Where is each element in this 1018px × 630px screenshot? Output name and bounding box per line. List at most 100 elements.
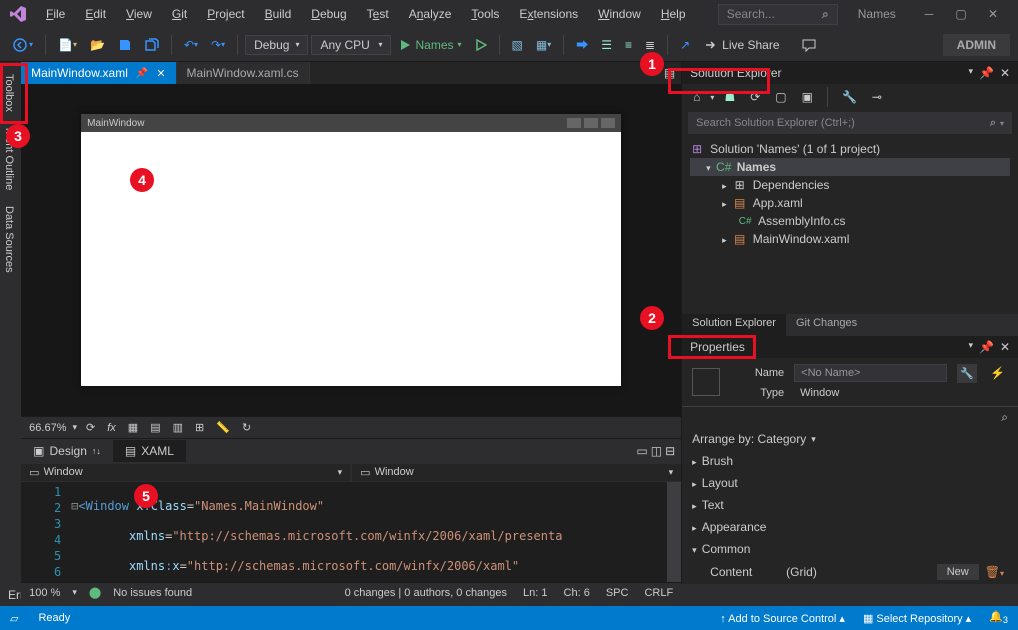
tool-1-icon[interactable]: ▧: [507, 35, 528, 55]
add-source-control[interactable]: ↑ Add to Source Control ▴: [720, 612, 845, 625]
refresh-icon[interactable]: ↻: [239, 419, 254, 436]
home-icon[interactable]: ⌂: [688, 87, 705, 107]
save-button[interactable]: [113, 35, 137, 55]
global-search[interactable]: Search... ⌕: [718, 4, 838, 25]
name-input[interactable]: <No Name>: [794, 364, 947, 382]
project-node[interactable]: C# Names: [690, 158, 1010, 176]
snaplines-icon[interactable]: ▤: [147, 419, 163, 436]
git-changes-tab[interactable]: Git Changes: [786, 314, 867, 336]
split-icon-1[interactable]: ▭: [636, 444, 647, 458]
back-button[interactable]: ▾: [8, 35, 38, 55]
lightning-icon[interactable]: ⚡: [987, 363, 1008, 383]
pin-icon[interactable]: 📌: [979, 340, 994, 354]
wrench-icon[interactable]: 🔧: [957, 364, 977, 383]
category-layout[interactable]: Layout: [682, 472, 1018, 494]
tool-6-icon[interactable]: ≣: [640, 35, 660, 55]
close-icon[interactable]: ✕: [1000, 66, 1010, 80]
expander-icon[interactable]: [722, 232, 727, 246]
grid2-icon[interactable]: ▥: [170, 419, 186, 436]
config-dropdown[interactable]: Debug▾: [245, 35, 308, 55]
zoom-value[interactable]: 66.67%: [29, 422, 66, 434]
tool-5-icon[interactable]: ≡: [620, 35, 637, 55]
doc-tab-mainwindow-xaml[interactable]: MainWindow.xaml 📌 ✕: [21, 62, 176, 84]
delete-icon[interactable]: 🗑▾: [985, 565, 1004, 579]
feedback-icon[interactable]: [796, 34, 822, 56]
pin-icon[interactable]: 📌: [136, 68, 148, 79]
menu-debug[interactable]: Debug: [303, 3, 354, 25]
category-text[interactable]: Text: [682, 494, 1018, 516]
designer-window[interactable]: MainWindow: [81, 114, 621, 386]
search-icon[interactable]: ⌕: [1001, 410, 1008, 424]
solution-node[interactable]: ⊞ Solution 'Names' (1 of 1 project): [690, 140, 1010, 158]
tool-7-icon[interactable]: ↗: [675, 35, 695, 55]
document-outline-tab[interactable]: ment Outline: [0, 120, 21, 198]
split-icon-2[interactable]: ◫: [651, 444, 662, 458]
open-button[interactable]: 📂: [85, 35, 110, 55]
close-icon[interactable]: ✕: [156, 67, 165, 80]
platform-dropdown[interactable]: Any CPU▾: [311, 35, 391, 55]
menu-edit[interactable]: Edit: [77, 3, 114, 25]
doc-tab-mainwindow-cs[interactable]: MainWindow.xaml.cs: [177, 62, 310, 84]
menu-tools[interactable]: Tools: [463, 3, 507, 25]
line-label[interactable]: Ln: 1: [523, 587, 547, 599]
xaml-tab[interactable]: ▤ XAML: [113, 440, 186, 462]
minimize-button[interactable]: ─: [920, 5, 938, 23]
menu-git[interactable]: Git: [164, 3, 195, 25]
new-button[interactable]: New: [937, 564, 979, 580]
code-editor[interactable]: 123456 ⊟<Window x:Class="Names.MainWindo…: [21, 482, 681, 582]
admin-badge[interactable]: ADMIN: [943, 34, 1010, 56]
design-tab[interactable]: ▣ Design ↑↓: [21, 440, 113, 462]
expander-icon[interactable]: [722, 178, 727, 192]
zoom-reset-icon[interactable]: ⟳: [83, 419, 98, 436]
arrange-by[interactable]: Arrange by: Category▾: [682, 428, 1018, 450]
panel-dropdown-icon[interactable]: ▾: [968, 340, 973, 354]
char-label[interactable]: Ch: 6: [564, 587, 590, 599]
toolbox-tab[interactable]: Toolbox: [0, 66, 21, 120]
collapse-1-icon[interactable]: ▢: [770, 87, 791, 107]
start-button[interactable]: Names ▾: [394, 35, 466, 55]
changes-label[interactable]: 0 changes | 0 authors, 0 changes: [345, 587, 507, 599]
wrench-icon[interactable]: 🔧: [837, 87, 862, 107]
select-repo[interactable]: ▦ Select Repository ▴: [863, 612, 971, 625]
expander-icon[interactable]: [722, 196, 727, 210]
solution-search[interactable]: Search Solution Explorer (Ctrl+;) ⌕▾: [688, 112, 1012, 134]
menu-file[interactable]: File: [38, 3, 73, 25]
tab-menu-icon[interactable]: ▤: [664, 66, 675, 80]
mainwindow-xaml-node[interactable]: ▤ MainWindow.xaml: [690, 230, 1010, 248]
tool-4-icon[interactable]: ☰: [596, 35, 617, 55]
redo-button[interactable]: ↷▾: [206, 35, 230, 55]
save-all-button[interactable]: [140, 35, 164, 55]
undo-button[interactable]: ↶▾: [179, 35, 203, 55]
category-common[interactable]: Common: [682, 538, 1018, 560]
split-icon-3[interactable]: ⊟: [665, 444, 675, 458]
live-share-button[interactable]: Live Share: [698, 35, 784, 55]
fx-icon[interactable]: fx: [104, 420, 119, 436]
menu-extensions[interactable]: Extensions: [511, 3, 586, 25]
maximize-button[interactable]: ▢: [952, 5, 970, 23]
code-body[interactable]: ⊟<Window x:Class="Names.MainWindow" xmln…: [71, 482, 667, 582]
tool-2-icon[interactable]: ▦▾: [531, 35, 556, 55]
issues-label[interactable]: No issues found: [113, 587, 192, 599]
data-sources-tab[interactable]: Data Sources: [0, 198, 21, 281]
design-canvas[interactable]: MainWindow: [21, 84, 681, 416]
notifications-icon[interactable]: 🔔3: [989, 610, 1008, 625]
show-all-icon[interactable]: ⊸: [867, 87, 887, 107]
menu-test[interactable]: Test: [359, 3, 397, 25]
appxaml-node[interactable]: ▤ App.xaml: [690, 194, 1010, 212]
assemblyinfo-node[interactable]: C# AssemblyInfo.cs: [690, 212, 1010, 230]
pending-icon[interactable]: ☗: [719, 87, 740, 107]
menu-analyze[interactable]: Analyze: [401, 3, 460, 25]
menu-help[interactable]: Help: [653, 3, 694, 25]
start-noDebug-button[interactable]: [470, 36, 492, 54]
dependencies-node[interactable]: ⊞ Dependencies: [690, 176, 1010, 194]
panel-dropdown-icon[interactable]: ▾: [968, 66, 973, 80]
new-item-button[interactable]: 📄▾: [53, 35, 82, 55]
tool-3-icon[interactable]: ⮕: [571, 33, 593, 56]
category-appearance[interactable]: Appearance: [682, 516, 1018, 538]
editor-zoom[interactable]: 100 %: [29, 587, 60, 599]
spc-label[interactable]: SPC: [606, 587, 629, 599]
ruler-icon[interactable]: 📏: [213, 419, 233, 436]
menu-view[interactable]: View: [118, 3, 160, 25]
close-icon[interactable]: ✕: [1000, 340, 1010, 354]
crlf-label[interactable]: CRLF: [644, 587, 673, 599]
